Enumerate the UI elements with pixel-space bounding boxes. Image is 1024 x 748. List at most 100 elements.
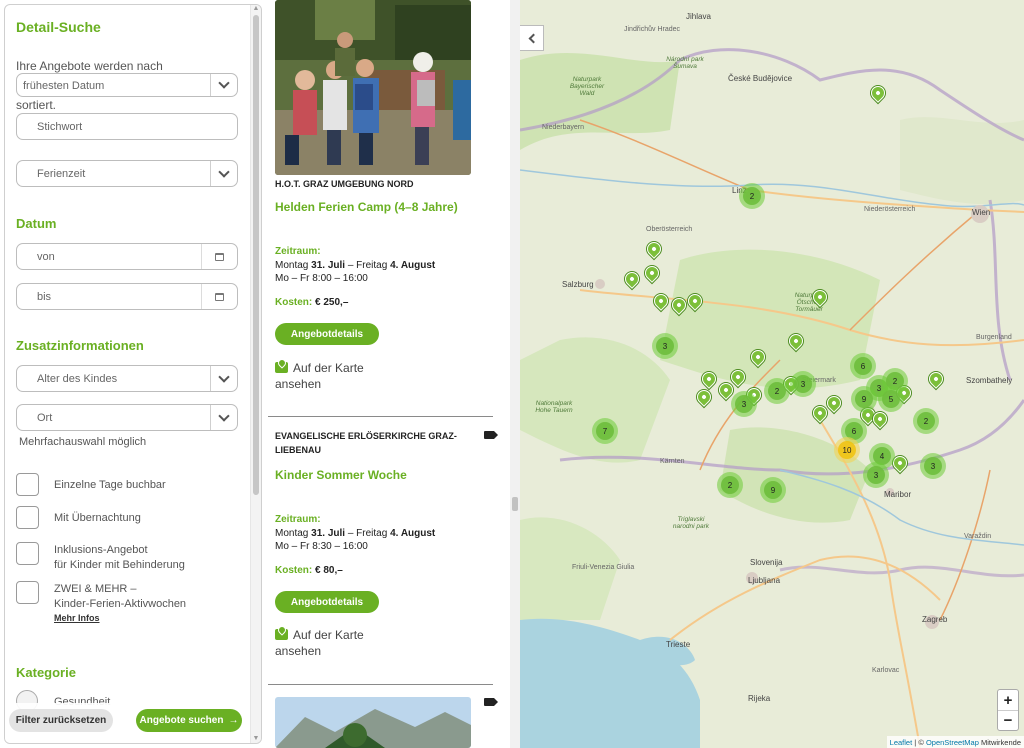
- divider: [268, 416, 493, 417]
- checkbox-label: Mit Übernachtung: [54, 512, 141, 524]
- place-placeholder: Ort: [37, 412, 53, 424]
- map-label-trieste: Trieste: [666, 640, 691, 649]
- keyword-input[interactable]: Stichwort: [16, 113, 238, 140]
- offer-title[interactable]: Kinder Sommer Woche: [275, 468, 407, 482]
- arrow-right-icon: →: [228, 715, 239, 726]
- offer-times: Mo – Fr 8:00 – 16:00: [275, 273, 368, 284]
- chevron-down-icon: [210, 366, 237, 391]
- checkbox[interactable]: [16, 581, 39, 604]
- checkbox[interactable]: [16, 542, 39, 565]
- checkbox-label: Inklusions-Angebot: [54, 544, 148, 556]
- map-label-salzburg: Salzburg: [562, 280, 594, 289]
- map-attribution: Leaflet | © OpenStreetMap Mitwirkende: [886, 736, 1024, 748]
- date-to-input[interactable]: bis: [16, 283, 238, 310]
- offer-photo-children[interactable]: [275, 0, 471, 175]
- map-icon: [275, 629, 288, 640]
- search-offers-button[interactable]: Angebote suchen →: [136, 709, 242, 732]
- leaflet-link[interactable]: Leaflet: [890, 738, 913, 747]
- map-cluster[interactable]: 2: [739, 183, 765, 209]
- holiday-placeholder: Ferienzeit: [37, 168, 86, 180]
- category-heading: Kategorie: [16, 665, 76, 680]
- show-on-map-link[interactable]: Auf der Karte ansehen: [275, 627, 385, 659]
- place-select[interactable]: Ort: [16, 404, 238, 431]
- map-cluster[interactable]: 3: [863, 462, 889, 488]
- divider: [268, 684, 493, 685]
- checkbox[interactable]: [16, 473, 39, 496]
- map-cluster[interactable]: 7: [592, 418, 618, 444]
- date-from-input[interactable]: von: [16, 243, 238, 270]
- reset-filter-button[interactable]: Filter zurücksetzen: [9, 709, 113, 732]
- offer-period-label: Zeitraum:: [275, 246, 321, 257]
- checkbox-row-overnight[interactable]: Mit Übernachtung: [16, 506, 246, 530]
- checkbox-row-inclusion[interactable]: Inklusions-Angebot für Kinder mit Behind…: [16, 542, 246, 574]
- map-label-rijeka: Rijeka: [748, 694, 771, 703]
- map-label-ceske: České Budějovice: [728, 74, 793, 83]
- map-label-nat-bayerwald: Naturpark Bayerischer Wald: [569, 76, 605, 97]
- search-offers-label: Angebote suchen: [139, 715, 224, 726]
- offer-details-button[interactable]: Angebotdetails: [275, 323, 379, 345]
- date-to-placeholder: bis: [37, 291, 52, 303]
- map-cluster[interactable]: 2: [717, 472, 743, 498]
- map-label-oberoesterreich: Oberösterreich: [646, 226, 693, 233]
- map-cluster[interactable]: 9: [760, 477, 786, 503]
- sort-prefix-text: Ihre Angebote werden nach: [16, 59, 163, 73]
- more-info-link[interactable]: Mehr Infos: [54, 613, 100, 623]
- date-heading: Datum: [16, 216, 57, 231]
- sort-select[interactable]: frühesten Datum: [16, 73, 238, 97]
- filter-title: Detail-Suche: [16, 19, 101, 35]
- calendar-icon[interactable]: [201, 244, 237, 269]
- scrollbar-thumb[interactable]: [512, 497, 518, 511]
- multi-select-note: Mehrfachauswahl möglich: [19, 436, 147, 448]
- offer-times: Mo – Fr 8:30 – 16:00: [275, 541, 368, 552]
- map-cluster[interactable]: 3: [790, 371, 816, 397]
- offer-photo-mountains[interactable]: [275, 697, 471, 748]
- offer-organizer: H.O.T. GRAZ UMGEBUNG NORD: [275, 179, 414, 189]
- offer-details-button[interactable]: Angebotdetails: [275, 591, 379, 613]
- scroll-down-icon[interactable]: ▼: [252, 735, 260, 743]
- map-cluster[interactable]: 2: [764, 378, 790, 404]
- tag-icon: [484, 431, 498, 439]
- show-on-map-link[interactable]: Auf der Karte ansehen: [275, 360, 385, 392]
- holiday-select[interactable]: Ferienzeit: [16, 160, 238, 187]
- filter-scroll-area: Detail-Suche Ihre Angebote werden nach f…: [5, 5, 251, 743]
- age-placeholder: Alter des Kindes: [37, 373, 118, 385]
- offer-list: H.O.T. GRAZ UMGEBUNG NORD Helden Ferien …: [268, 0, 512, 748]
- map-label-kaernten: Kärnten: [660, 458, 685, 465]
- sort-suffix-text: sortiert.: [16, 98, 57, 112]
- scroll-up-icon[interactable]: ▲: [252, 5, 260, 13]
- map-cluster[interactable]: 2: [913, 408, 939, 434]
- date-from-placeholder: von: [37, 251, 55, 263]
- zoom-out-button[interactable]: −: [998, 710, 1018, 730]
- checkbox-row-single-days[interactable]: Einzelne Tage buchbar: [16, 473, 246, 497]
- offer-title[interactable]: Helden Ferien Camp (4–8 Jahre): [275, 200, 458, 214]
- map-cluster[interactable]: 3: [652, 333, 678, 359]
- map-label-ljubljana: Ljubljana: [748, 576, 781, 585]
- map-cluster[interactable]: 3: [731, 391, 757, 417]
- filter-scrollbar[interactable]: ▲ ▼: [250, 5, 261, 743]
- map[interactable]: Jihlava Jindřichův Hradec České Budějovi…: [520, 0, 1024, 748]
- zoom-in-button[interactable]: +: [998, 690, 1018, 710]
- offer-cost: Kosten: € 80,–: [275, 565, 343, 576]
- map-cluster[interactable]: 3: [920, 453, 946, 479]
- list-scrollbar[interactable]: [510, 0, 520, 748]
- map-cluster[interactable]: 10: [834, 437, 860, 463]
- checkbox[interactable]: [16, 506, 39, 529]
- scrollbar-thumb[interactable]: [253, 15, 259, 495]
- map-label-szombathely: Szombathely: [966, 376, 1013, 385]
- checkbox-label-line2: für Kinder mit Behinderung: [54, 559, 185, 571]
- map-label-maribor: Maribor: [884, 490, 912, 499]
- calendar-icon[interactable]: [201, 284, 237, 309]
- map-cluster[interactable]: 9: [851, 386, 877, 412]
- filter-footer: Filter zurücksetzen Angebote suchen →: [5, 703, 251, 743]
- tag-icon: [484, 698, 498, 706]
- age-select[interactable]: Alter des Kindes: [16, 365, 238, 392]
- map-label-friuli: Friuli-Venezia Giulia: [572, 564, 635, 571]
- checkbox-row-zwei-mehr[interactable]: ZWEI & MEHR – Kinder-Ferien-Aktivwochen: [16, 581, 246, 613]
- map-label-wien: Wien: [972, 208, 991, 217]
- map-cluster[interactable]: 6: [850, 353, 876, 379]
- osm-link[interactable]: OpenStreetMap: [926, 738, 979, 747]
- filter-panel: Detail-Suche Ihre Angebote werden nach f…: [4, 4, 262, 744]
- map-label-niederbayern: Niederbayern: [542, 124, 585, 131]
- collapse-list-button[interactable]: [520, 25, 544, 51]
- map-cluster[interactable]: 5: [878, 386, 904, 412]
